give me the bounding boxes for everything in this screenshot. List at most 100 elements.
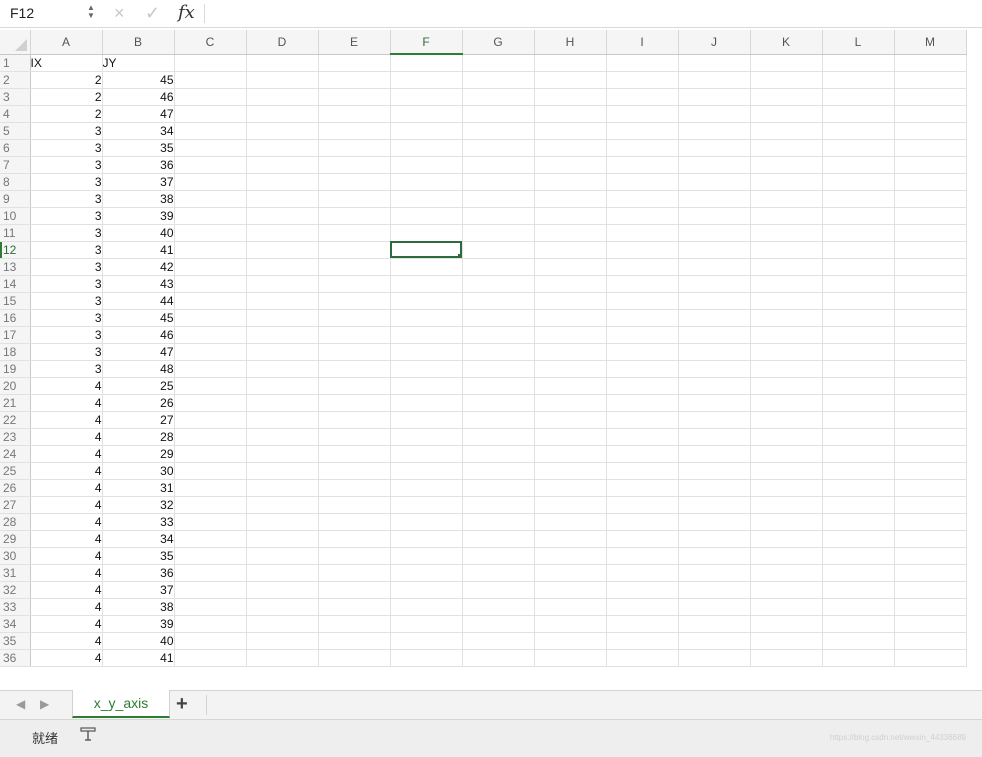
cell-f19[interactable] <box>390 360 463 378</box>
cell-i10[interactable] <box>606 207 679 225</box>
cell-k14[interactable] <box>750 275 823 293</box>
cell-d2[interactable] <box>246 71 319 89</box>
cell-f18[interactable] <box>390 343 463 361</box>
cell-f13[interactable] <box>390 258 463 276</box>
cell-d9[interactable] <box>246 190 319 208</box>
cell-e4[interactable] <box>318 105 391 123</box>
cell-f16[interactable] <box>390 309 463 327</box>
cell-d6[interactable] <box>246 139 319 157</box>
cell-j34[interactable] <box>678 615 751 633</box>
row-header[interactable]: 34 <box>0 615 31 633</box>
cell-k18[interactable] <box>750 343 823 361</box>
cell-e31[interactable] <box>318 564 391 582</box>
cell-c25[interactable] <box>174 462 247 480</box>
cell-d25[interactable] <box>246 462 319 480</box>
cell-l13[interactable] <box>822 258 895 276</box>
cell-g35[interactable] <box>462 632 535 650</box>
cell-b16[interactable]: 45 <box>102 309 175 327</box>
cell-i7[interactable] <box>606 156 679 174</box>
cell-k7[interactable] <box>750 156 823 174</box>
cell-e1[interactable] <box>318 54 391 72</box>
cell-i16[interactable] <box>606 309 679 327</box>
cell-k4[interactable] <box>750 105 823 123</box>
cell-h7[interactable] <box>534 156 607 174</box>
cell-k25[interactable] <box>750 462 823 480</box>
cell-d34[interactable] <box>246 615 319 633</box>
cell-e35[interactable] <box>318 632 391 650</box>
cell-b10[interactable]: 39 <box>102 207 175 225</box>
cell-c20[interactable] <box>174 377 247 395</box>
cell-k10[interactable] <box>750 207 823 225</box>
cell-b29[interactable]: 34 <box>102 530 175 548</box>
cell-j1[interactable] <box>678 54 751 72</box>
cell-m2[interactable] <box>894 71 967 89</box>
cell-f2[interactable] <box>390 71 463 89</box>
row-header[interactable]: 25 <box>0 462 31 480</box>
cell-b31[interactable]: 36 <box>102 564 175 582</box>
cell-m12[interactable] <box>894 241 967 259</box>
cell-d19[interactable] <box>246 360 319 378</box>
cell-c22[interactable] <box>174 411 247 429</box>
cell-c10[interactable] <box>174 207 247 225</box>
cell-g7[interactable] <box>462 156 535 174</box>
cell-j29[interactable] <box>678 530 751 548</box>
cell-j16[interactable] <box>678 309 751 327</box>
cell-e34[interactable] <box>318 615 391 633</box>
cell-b34[interactable]: 39 <box>102 615 175 633</box>
cell-m28[interactable] <box>894 513 967 531</box>
cell-k3[interactable] <box>750 88 823 106</box>
cell-c35[interactable] <box>174 632 247 650</box>
row-header[interactable]: 35 <box>0 632 31 650</box>
cell-i4[interactable] <box>606 105 679 123</box>
cell-e24[interactable] <box>318 445 391 463</box>
cell-a26[interactable]: 4 <box>30 479 103 497</box>
cell-e2[interactable] <box>318 71 391 89</box>
cell-m19[interactable] <box>894 360 967 378</box>
cell-l9[interactable] <box>822 190 895 208</box>
cell-c3[interactable] <box>174 88 247 106</box>
cell-f35[interactable] <box>390 632 463 650</box>
cell-d35[interactable] <box>246 632 319 650</box>
cell-c18[interactable] <box>174 343 247 361</box>
cell-a15[interactable]: 3 <box>30 292 103 310</box>
cell-a6[interactable]: 3 <box>30 139 103 157</box>
row-header[interactable]: 18 <box>0 343 31 361</box>
cell-l20[interactable] <box>822 377 895 395</box>
cell-b24[interactable]: 29 <box>102 445 175 463</box>
cell-j24[interactable] <box>678 445 751 463</box>
cell-j2[interactable] <box>678 71 751 89</box>
cell-c6[interactable] <box>174 139 247 157</box>
cell-b17[interactable]: 46 <box>102 326 175 344</box>
cell-c29[interactable] <box>174 530 247 548</box>
cell-l33[interactable] <box>822 598 895 616</box>
cell-j10[interactable] <box>678 207 751 225</box>
cell-h8[interactable] <box>534 173 607 191</box>
cell-g3[interactable] <box>462 88 535 106</box>
cell-b7[interactable]: 36 <box>102 156 175 174</box>
cell-e9[interactable] <box>318 190 391 208</box>
cell-l36[interactable] <box>822 649 895 667</box>
cell-l15[interactable] <box>822 292 895 310</box>
cell-l10[interactable] <box>822 207 895 225</box>
formula-input[interactable] <box>210 4 974 25</box>
cell-g12[interactable] <box>462 241 535 259</box>
column-header-i[interactable]: I <box>606 30 679 55</box>
cell-f15[interactable] <box>390 292 463 310</box>
cell-b19[interactable]: 48 <box>102 360 175 378</box>
cell-g29[interactable] <box>462 530 535 548</box>
cell-i27[interactable] <box>606 496 679 514</box>
cell-a33[interactable]: 4 <box>30 598 103 616</box>
row-header[interactable]: 19 <box>0 360 31 378</box>
cell-l4[interactable] <box>822 105 895 123</box>
cell-f28[interactable] <box>390 513 463 531</box>
cell-j5[interactable] <box>678 122 751 140</box>
cell-e25[interactable] <box>318 462 391 480</box>
cell-k27[interactable] <box>750 496 823 514</box>
cell-m4[interactable] <box>894 105 967 123</box>
cell-k11[interactable] <box>750 224 823 242</box>
cell-b30[interactable]: 35 <box>102 547 175 565</box>
cell-c27[interactable] <box>174 496 247 514</box>
cell-e15[interactable] <box>318 292 391 310</box>
cell-g21[interactable] <box>462 394 535 412</box>
cell-d31[interactable] <box>246 564 319 582</box>
